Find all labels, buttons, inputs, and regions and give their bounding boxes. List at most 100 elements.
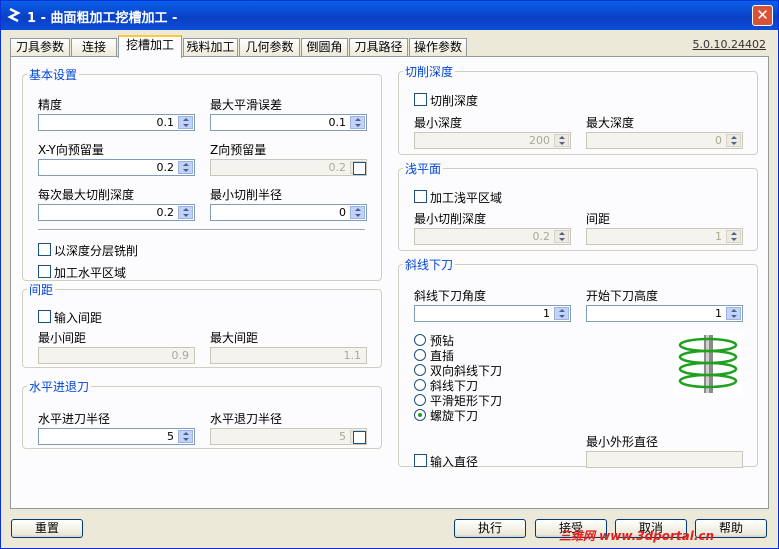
- max-spacing-input[interactable]: 1.1: [210, 347, 367, 364]
- min-depth-input[interactable]: 200: [414, 132, 571, 149]
- min-spacing-input[interactable]: 0.9: [38, 347, 195, 364]
- run-button[interactable]: 执行: [454, 519, 526, 538]
- max-depth2-label: 最大深度: [586, 116, 635, 130]
- cut-depth-group: 切削深度 切削深度 最小深度 200 最大深度 0: [398, 63, 758, 155]
- tab-pocket[interactable]: 挖槽加工: [118, 35, 182, 58]
- spin-arrows-icon[interactable]: [178, 161, 193, 174]
- helix-label[interactable]: 螺旋下刀: [430, 407, 478, 424]
- max-depth-label: 每次最大切削深度: [38, 188, 135, 202]
- shallow-min-input[interactable]: 0.2: [414, 228, 571, 245]
- ramp-start-input[interactable]: 1: [586, 305, 743, 322]
- shallow-min-value: 0.2: [532, 230, 551, 243]
- horiz-area-checkbox[interactable]: [38, 265, 51, 278]
- spacing-group: 间距 输入间距 最小间距 0.9 最大间距 1.1: [22, 281, 382, 368]
- radio-plunge[interactable]: [414, 349, 426, 361]
- xy-allow-input[interactable]: 0.2: [38, 159, 195, 176]
- spin-arrows-icon[interactable]: [178, 206, 193, 219]
- reset-button[interactable]: 重置: [11, 519, 83, 538]
- min-spacing-label: 最小间距: [38, 331, 87, 345]
- shallow-checkbox[interactable]: [414, 190, 427, 203]
- precision-value: 0.1: [156, 116, 175, 129]
- lead-legend: 水平进退刀: [29, 380, 90, 394]
- spacing-legend: 间距: [29, 283, 54, 297]
- shallow-gap-label: 间距: [586, 212, 611, 226]
- cut-depth-check-label[interactable]: 切削深度: [430, 92, 478, 109]
- spin-arrows-icon[interactable]: [726, 134, 741, 147]
- max-smooth-input[interactable]: 0.1: [210, 114, 367, 131]
- helix-ramp-icon: [674, 333, 742, 395]
- depth-layer-label[interactable]: 以深度分层铣削: [54, 242, 138, 259]
- min-dia-label: 最小外形直径: [586, 435, 659, 449]
- lead-in-input[interactable]: 5: [38, 428, 195, 445]
- min-radius-value: 0: [339, 206, 346, 219]
- max-depth2-input[interactable]: 0: [586, 132, 743, 149]
- tab-link[interactable]: 连接: [71, 38, 117, 57]
- lead-out-checkbox[interactable]: [353, 431, 366, 444]
- xy-allow-value: 0.2: [156, 161, 175, 174]
- min-depth-label: 最小深度: [414, 116, 463, 130]
- ramp-angle-label: 斜线下刀角度: [414, 289, 487, 303]
- radio-smooth-rect[interactable]: [414, 394, 426, 406]
- z-allow-checkbox[interactable]: [353, 162, 366, 175]
- cut-depth-checkbox[interactable]: [414, 93, 427, 106]
- version-link[interactable]: 5.0.10.24402: [693, 38, 766, 51]
- tab-page: 基本设置 精度 0.1 最大平滑误差 0.1 X-Y向预留量 0.2 Z向预留量…: [10, 56, 769, 509]
- min-depth-value: 200: [529, 134, 550, 147]
- input-spacing-label[interactable]: 输入间距: [54, 309, 102, 326]
- radio-linear-ramp[interactable]: [414, 379, 426, 391]
- shallow-gap-input[interactable]: 1: [586, 228, 743, 245]
- depth-layer-checkbox[interactable]: [38, 243, 51, 256]
- spin-arrows-icon[interactable]: [726, 230, 741, 243]
- shallow-gap-value: 1: [715, 230, 722, 243]
- radio-helix[interactable]: [414, 409, 426, 421]
- title-bar[interactable]: 1 - 曲面粗加工挖槽加工 - ✕: [1, 1, 778, 30]
- spin-arrows-icon[interactable]: [178, 430, 193, 443]
- ramp-start-value: 1: [715, 307, 722, 320]
- horiz-area-label[interactable]: 加工水平区域: [54, 264, 126, 281]
- precision-input[interactable]: 0.1: [38, 114, 195, 131]
- radio-zigzag-ramp[interactable]: [414, 364, 426, 376]
- lead-in-value: 5: [167, 430, 174, 443]
- spin-arrows-icon[interactable]: [554, 307, 569, 320]
- tab-toolpath[interactable]: 刀具路径: [349, 38, 408, 57]
- window-title: 1 - 曲面粗加工挖槽加工 -: [27, 11, 178, 26]
- spin-arrows-icon[interactable]: [350, 116, 365, 129]
- radio-predrill[interactable]: [414, 334, 426, 346]
- shallow-legend: 浅平面: [405, 162, 442, 176]
- input-dia-label[interactable]: 输入直径: [430, 453, 478, 470]
- basic-legend: 基本设置: [29, 68, 78, 82]
- shallow-check-label[interactable]: 加工浅平区域: [430, 189, 502, 206]
- shallow-min-label: 最小切削深度: [414, 212, 487, 226]
- tab-geometry[interactable]: 几何参数: [239, 38, 300, 57]
- input-spacing-checkbox[interactable]: [38, 310, 51, 323]
- tab-fillet[interactable]: 倒圆角: [301, 38, 348, 57]
- ramp-start-label: 开始下刀高度: [586, 289, 659, 303]
- precision-label: 精度: [38, 98, 63, 112]
- xy-allow-label: X-Y向预留量: [38, 143, 104, 157]
- dialog-window: 1 - 曲面粗加工挖槽加工 - ✕ 刀具参数 连接 挖槽加工 残料加工 几何参数…: [0, 0, 779, 549]
- spin-arrows-icon[interactable]: [178, 116, 193, 129]
- close-button[interactable]: ✕: [752, 5, 773, 26]
- spin-arrows-icon[interactable]: [554, 134, 569, 147]
- lead-out-input[interactable]: 5: [210, 428, 367, 445]
- ramp-angle-input[interactable]: 1: [414, 305, 571, 322]
- lead-out-label: 水平退刀半径: [210, 412, 283, 426]
- min-dia-input[interactable]: [586, 451, 743, 468]
- tab-rest[interactable]: 残料加工: [183, 38, 238, 57]
- z-allow-input[interactable]: 0.2: [210, 159, 367, 176]
- tab-tool-params[interactable]: 刀具参数: [10, 38, 70, 57]
- max-spacing-label: 最大间距: [210, 331, 259, 345]
- lead-out-value: 5: [339, 430, 346, 443]
- max-depth-input[interactable]: 0.2: [38, 204, 195, 221]
- min-radius-input[interactable]: 0: [210, 204, 367, 221]
- tab-operation[interactable]: 操作参数: [409, 38, 467, 57]
- max-spacing-value: 1.1: [343, 349, 362, 362]
- spin-arrows-icon[interactable]: [726, 307, 741, 320]
- z-allow-value: 0.2: [328, 161, 347, 174]
- spin-arrows-icon[interactable]: [350, 206, 365, 219]
- z-allow-label: Z向预留量: [210, 143, 267, 157]
- basic-group: 基本设置 精度 0.1 最大平滑误差 0.1 X-Y向预留量 0.2 Z向预留量…: [22, 66, 382, 281]
- spin-arrows-icon[interactable]: [554, 230, 569, 243]
- min-spacing-value: 0.9: [171, 349, 190, 362]
- input-dia-checkbox[interactable]: [414, 454, 427, 467]
